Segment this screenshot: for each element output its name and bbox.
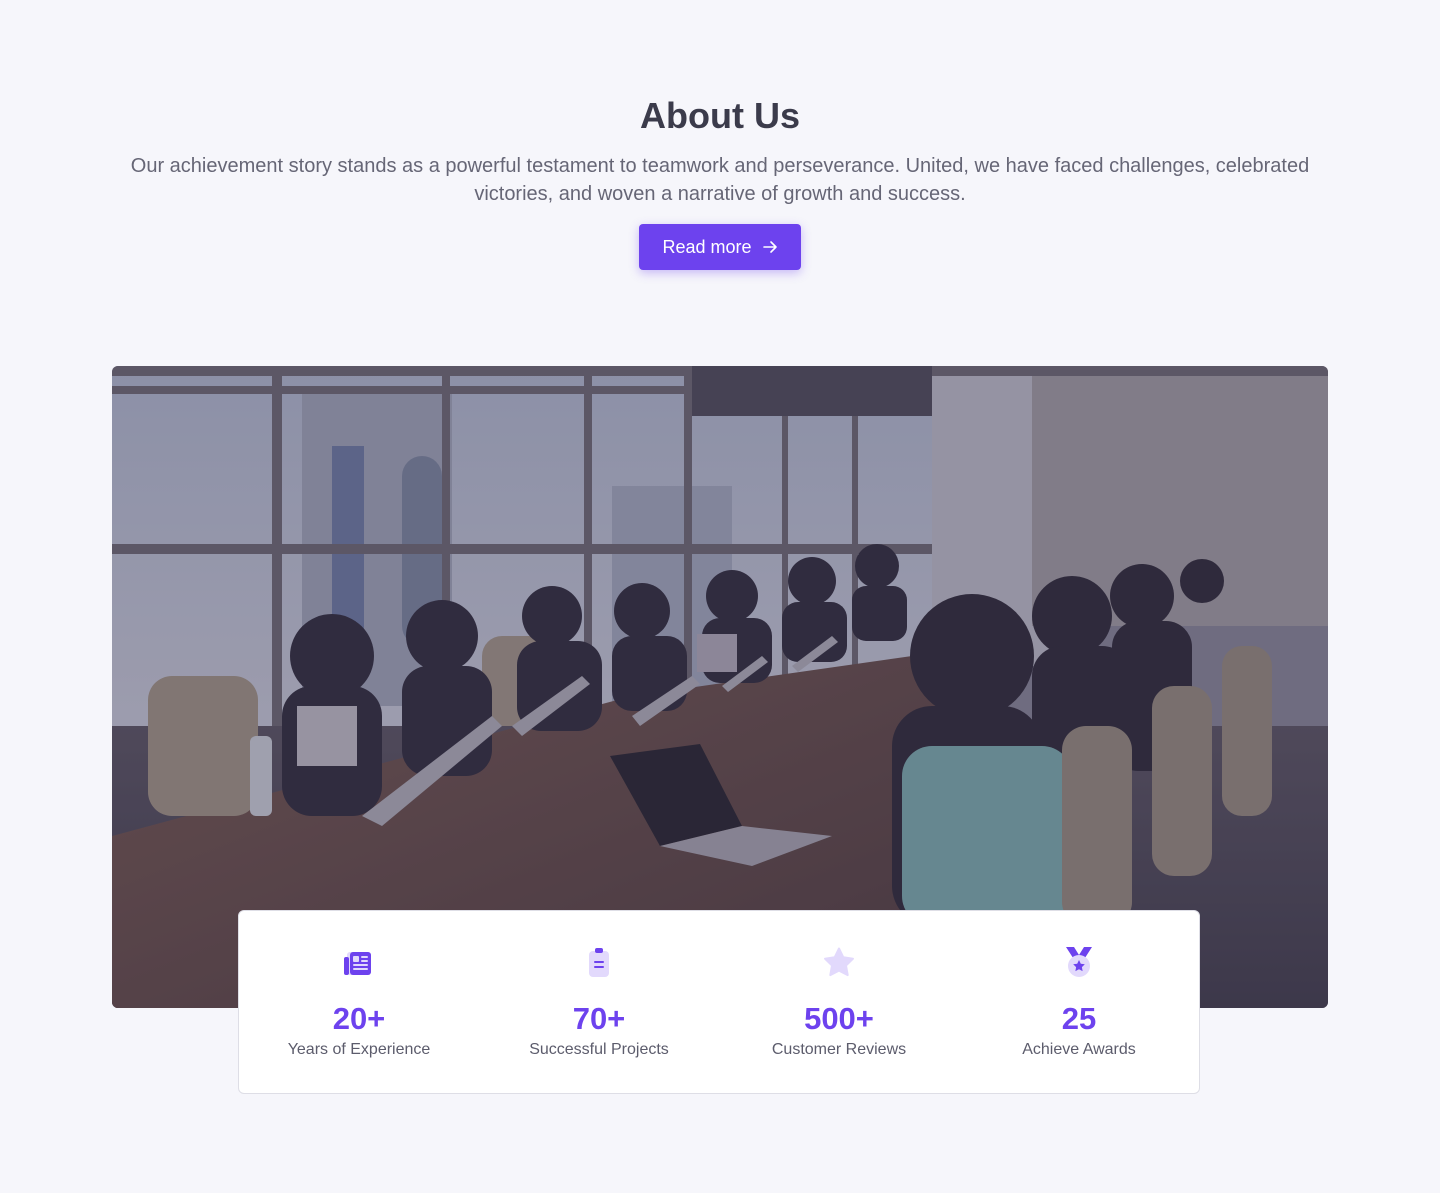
stat-projects: 70+ Successful Projects	[479, 911, 719, 1093]
stat-value: 70+	[572, 1001, 626, 1036]
read-more-button[interactable]: Read more	[639, 224, 801, 270]
stats-card: 20+ Years of Experience 70+ Successful P…	[238, 910, 1200, 1094]
stat-label: Customer Reviews	[771, 1041, 907, 1058]
stat-experience: 20+ Years of Experience	[239, 911, 479, 1093]
section-title: About Us	[640, 95, 800, 136]
stat-value: 20+	[332, 1001, 386, 1036]
section-description: Our achievement story stands as a powerf…	[130, 155, 1310, 205]
read-more-label: Read more	[662, 236, 752, 257]
star-icon	[821, 945, 857, 981]
stat-label: Successful Projects	[529, 1041, 669, 1058]
newspaper-icon	[341, 945, 377, 981]
stat-reviews: 500+ Customer Reviews	[719, 911, 959, 1093]
stat-label: Years of Experience	[287, 1041, 431, 1058]
stat-awards: 25 Achieve Awards	[959, 911, 1199, 1093]
stat-value: 25	[1061, 1001, 1097, 1036]
stat-value: 500+	[804, 1001, 874, 1036]
clipboard-icon	[581, 945, 617, 981]
stat-label: Achieve Awards	[1022, 1041, 1136, 1058]
medal-icon	[1061, 945, 1097, 981]
arrow-right-icon	[762, 239, 778, 255]
